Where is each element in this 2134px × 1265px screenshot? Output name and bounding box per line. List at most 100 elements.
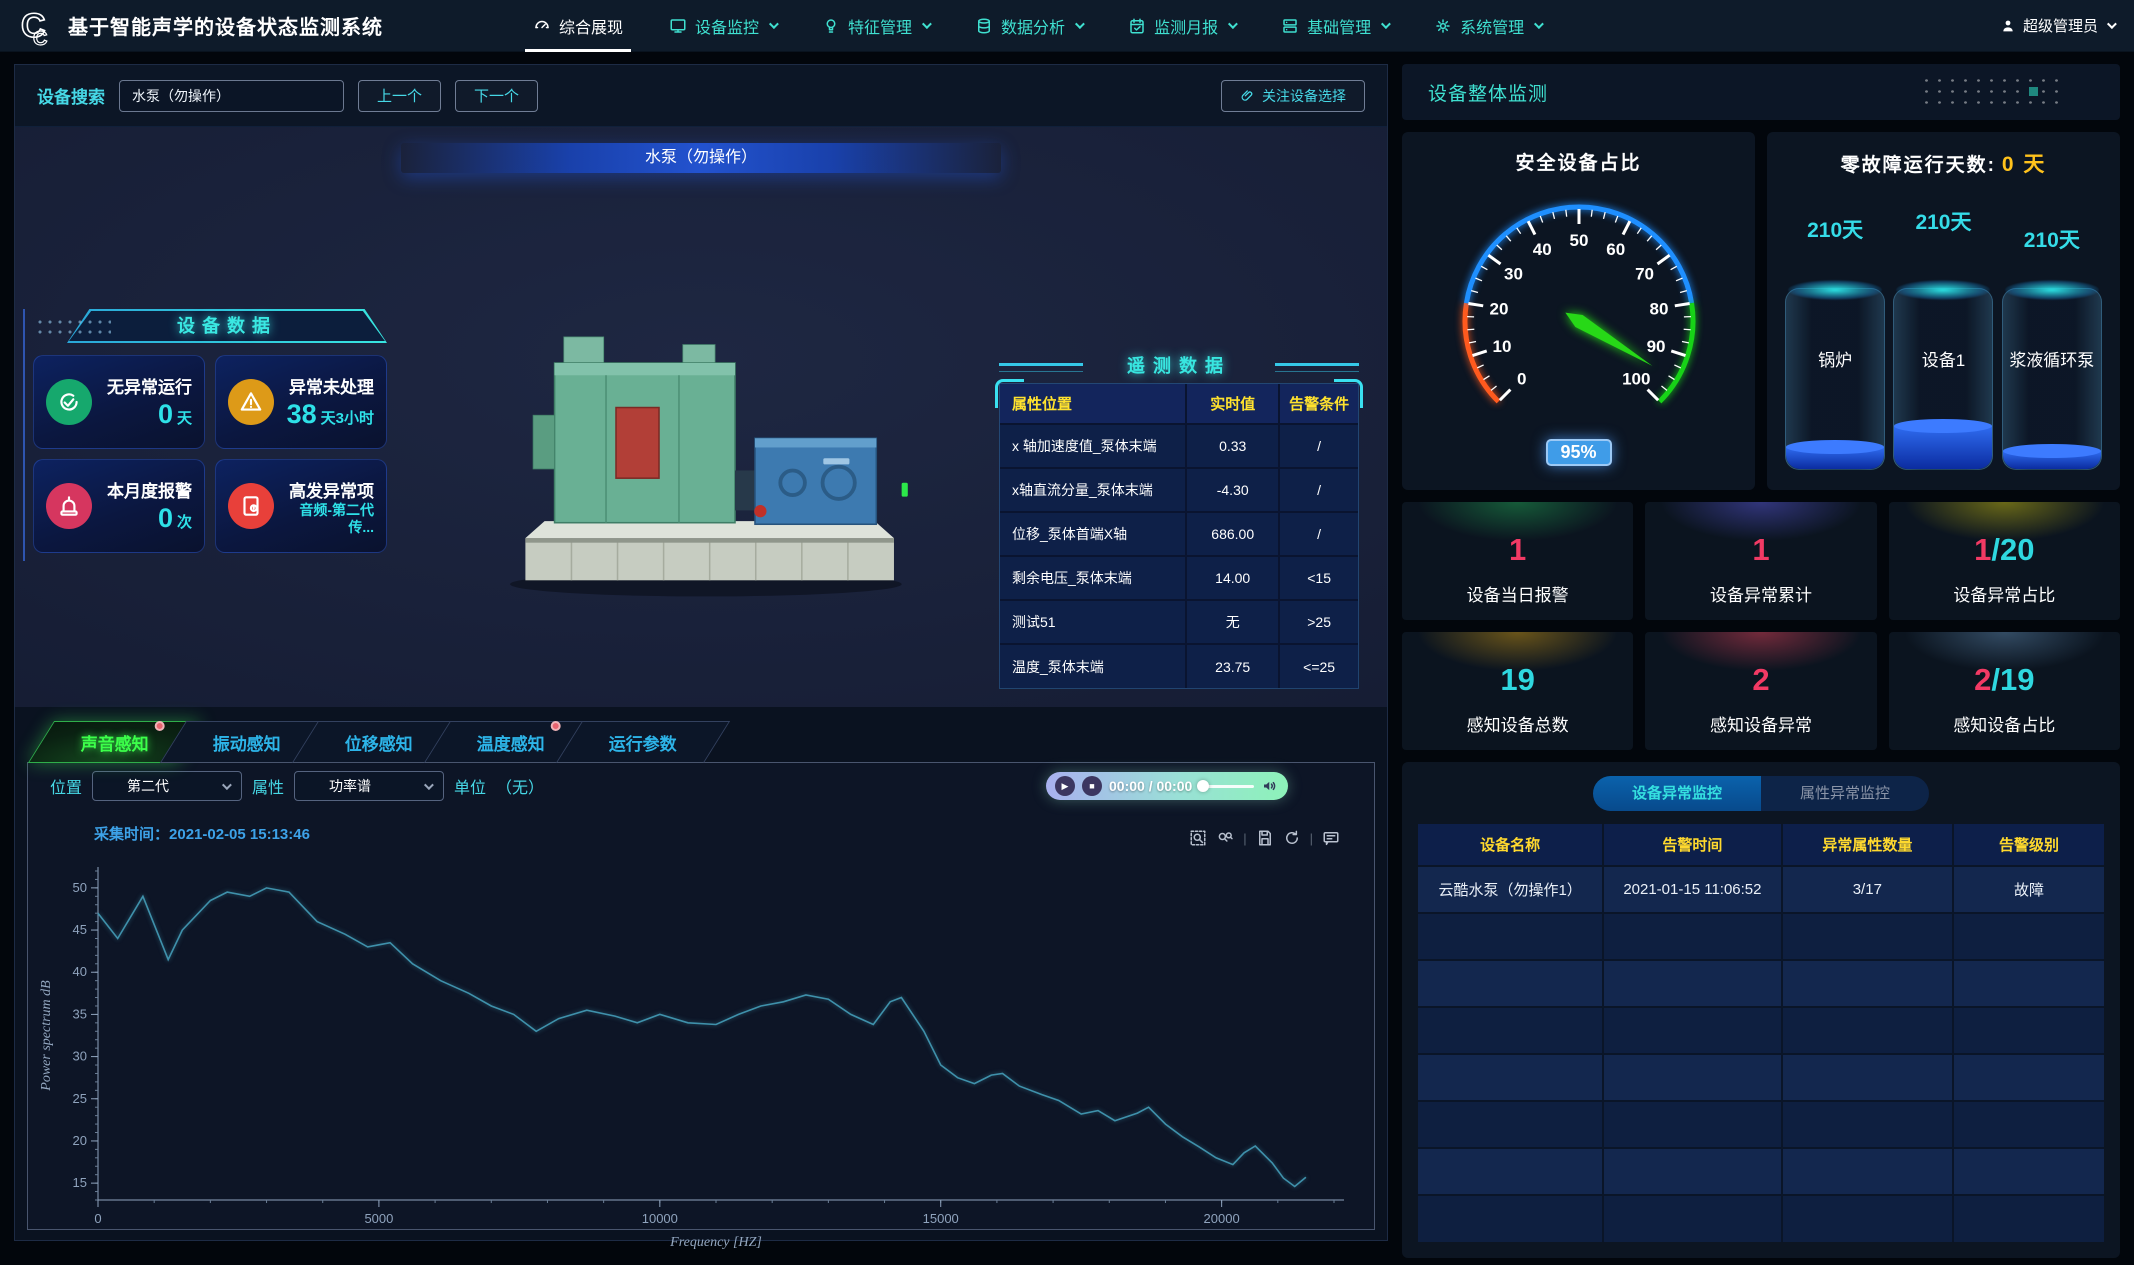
play-button[interactable]: ▶ xyxy=(1055,776,1075,796)
nav-item-5[interactable]: 基础管理 xyxy=(1281,0,1388,52)
audio-player: ▶ ■ 00:00 / 00:00 xyxy=(1046,772,1288,800)
save-icon[interactable] xyxy=(1256,829,1274,847)
gauge-row: 安全设备占比 0102030405060708090100 95% 零故障运行天… xyxy=(1402,132,2120,490)
svg-text:Frequency [HZ]: Frequency [HZ] xyxy=(669,1235,762,1250)
bulb-icon xyxy=(822,17,840,35)
alarm-tab-0[interactable]: 设备异常监控 xyxy=(1593,776,1761,811)
position-select[interactable]: 第二代 xyxy=(92,771,242,801)
cylinder-2: 210天 浆液循环泵 xyxy=(2002,178,2102,470)
report-icon xyxy=(1128,17,1146,35)
stats-grid: 1 设备当日报警 1 设备异常累计 1/20 设备异常占比 19 感知设备总数 … xyxy=(1402,502,2120,750)
svg-text:20: 20 xyxy=(1489,299,1508,318)
position-label: 位置 xyxy=(50,774,82,798)
cylinder-label: 浆液循环泵 xyxy=(2003,350,2101,373)
alarm-header: 告警级别 xyxy=(1953,824,2104,866)
alarm-tabs: 设备异常监控属性异常监控 xyxy=(1593,776,1929,811)
zoom-back-icon[interactable] xyxy=(1216,829,1234,847)
machine-3d-model[interactable] xyxy=(487,277,917,600)
chart-toolbox: || xyxy=(1189,829,1340,847)
telemetry-title: 遥测数据 xyxy=(999,353,1359,383)
overall-monitor-title: 设备整体监测 xyxy=(1428,79,1548,106)
prev-device-button[interactable]: 上一个 xyxy=(358,80,441,112)
chart-box: 位置 第二代 属性 功率谱 单位 （无） ▶ xyxy=(27,762,1375,1230)
svg-text:5000: 5000 xyxy=(364,1211,393,1226)
telemetry-header: 实时值 xyxy=(1186,384,1279,424)
sense-tab-4[interactable]: 运行参数 xyxy=(556,721,730,763)
spectrum-chart-area: 采集时间：2021-02-05 15:13:46 || 15 20 25 30 … xyxy=(28,809,1374,1229)
app-title: 基于智能声学的设备状态监测系统 xyxy=(68,11,383,40)
alarm-row-empty xyxy=(1418,1007,2104,1054)
alarm-header: 告警时间 xyxy=(1603,824,1781,866)
check-circle-icon xyxy=(46,379,92,425)
svg-text:15: 15 xyxy=(73,1175,87,1190)
sensing-tabs: 声音感知 振动感知 位移感知 温度感知 运行参数 xyxy=(27,721,1375,763)
nav-item-6[interactable]: 系统管理 xyxy=(1434,0,1541,52)
cylinder-0: 210天 锅炉 xyxy=(1785,178,1885,470)
chevron-down-icon xyxy=(1534,19,1544,29)
svg-text:30: 30 xyxy=(1504,264,1523,283)
chevron-down-icon xyxy=(2107,19,2117,29)
svg-text:25: 25 xyxy=(73,1091,87,1106)
cylinder-1: 210天 设备1 xyxy=(1893,178,1993,470)
sensing-section: 声音感知 振动感知 位移感知 温度感知 运行参数 位置 第二代 属性 xyxy=(15,707,1387,1240)
box-zoom-icon[interactable] xyxy=(1189,829,1207,847)
nav-item-3[interactable]: 数据分析 xyxy=(975,0,1082,52)
paperclip-icon xyxy=(1240,88,1255,103)
alarm-tab-1[interactable]: 属性异常监控 xyxy=(1761,776,1929,811)
attribute-select[interactable]: 功率谱 xyxy=(294,771,444,801)
alarm-icon xyxy=(46,483,92,529)
user-menu[interactable]: 超级管理员 xyxy=(2000,15,2114,36)
message-icon[interactable] xyxy=(1322,829,1340,847)
nav-item-1[interactable]: 设备监控 xyxy=(669,0,776,52)
svg-text:20000: 20000 xyxy=(1204,1211,1240,1226)
telemetry-row: x轴直流分量_泵体末端 -4.30 / xyxy=(1000,468,1358,512)
follow-device-button[interactable]: 关注设备选择 xyxy=(1221,80,1365,112)
cylinder-liquid xyxy=(1894,426,1992,469)
audio-seek-slider[interactable] xyxy=(1199,785,1254,788)
svg-text:100: 100 xyxy=(1622,369,1650,388)
unit-label: 单位 xyxy=(454,774,486,798)
user-name: 超级管理员 xyxy=(2023,15,2098,36)
device-data-title: 设备数据 xyxy=(33,309,387,343)
device-search-bar: 设备搜索 上一个 下一个 关注设备选择 xyxy=(15,65,1387,127)
3d-viewport[interactable]: 水泵（勿操作） xyxy=(15,127,1387,707)
nav-item-2[interactable]: 特征管理 xyxy=(822,0,929,52)
nav-item-4[interactable]: 监测月报 xyxy=(1128,0,1235,52)
app-logo-icon: C C xyxy=(20,6,56,46)
volume-icon[interactable] xyxy=(1261,777,1279,795)
alarm-row-empty xyxy=(1418,960,2104,1007)
chevron-down-icon xyxy=(1228,19,1238,29)
device-search-input[interactable] xyxy=(119,80,344,112)
refresh-icon[interactable] xyxy=(1283,829,1301,847)
cylinder-liquid xyxy=(1786,447,1884,469)
capture-time: 采集时间：2021-02-05 15:13:46 xyxy=(94,823,310,844)
alert-badge xyxy=(155,721,165,731)
model-title-banner: 水泵（勿操作） xyxy=(401,143,1001,173)
alarm-table: 设备名称告警时间异常属性数量告警级别 云酷水泵（勿操作1）2021-01-15 … xyxy=(1418,824,2104,1242)
alert-badge xyxy=(551,721,561,731)
chevron-down-icon xyxy=(1381,19,1391,29)
database-icon xyxy=(975,17,993,35)
spectrum-line-chart[interactable]: 15 20 25 30 35 40 45 50 0 5000 10000 150… xyxy=(34,857,1374,1252)
device-data-header: 设备数据 xyxy=(33,309,387,343)
model-title: 水泵（勿操作） xyxy=(645,149,757,166)
alarm-monitor-card: 设备异常监控属性异常监控 设备名称告警时间异常属性数量告警级别 云酷水泵（勿操作… xyxy=(1402,762,2120,1258)
svg-text:0: 0 xyxy=(94,1211,101,1226)
alarm-row[interactable]: 云酷水泵（勿操作1）2021-01-15 11:06:523/17故障 xyxy=(1418,866,2104,913)
alarm-row-empty xyxy=(1418,1054,2104,1101)
svg-text:C: C xyxy=(33,28,47,46)
gauge-title: 安全设备占比 xyxy=(1412,148,1745,175)
telemetry-header: 属性位置 xyxy=(1000,384,1186,424)
nav-item-0[interactable]: 综合展现 xyxy=(533,0,623,52)
svg-text:20: 20 xyxy=(73,1133,87,1148)
svg-text:45: 45 xyxy=(73,922,87,937)
telemetry-row: 测试51 无 >25 xyxy=(1000,600,1358,644)
svg-text:10: 10 xyxy=(1492,337,1511,356)
attribute-label: 属性 xyxy=(252,774,284,798)
stop-button[interactable]: ■ xyxy=(1082,776,1102,796)
chevron-down-icon xyxy=(1075,19,1085,29)
next-device-button[interactable]: 下一个 xyxy=(455,80,538,112)
right-panel: 设备整体监测 安全设备占比 0102030405060708090100 95%… xyxy=(1402,64,2120,1241)
server-icon xyxy=(1281,17,1299,35)
svg-text:0: 0 xyxy=(1516,369,1525,388)
